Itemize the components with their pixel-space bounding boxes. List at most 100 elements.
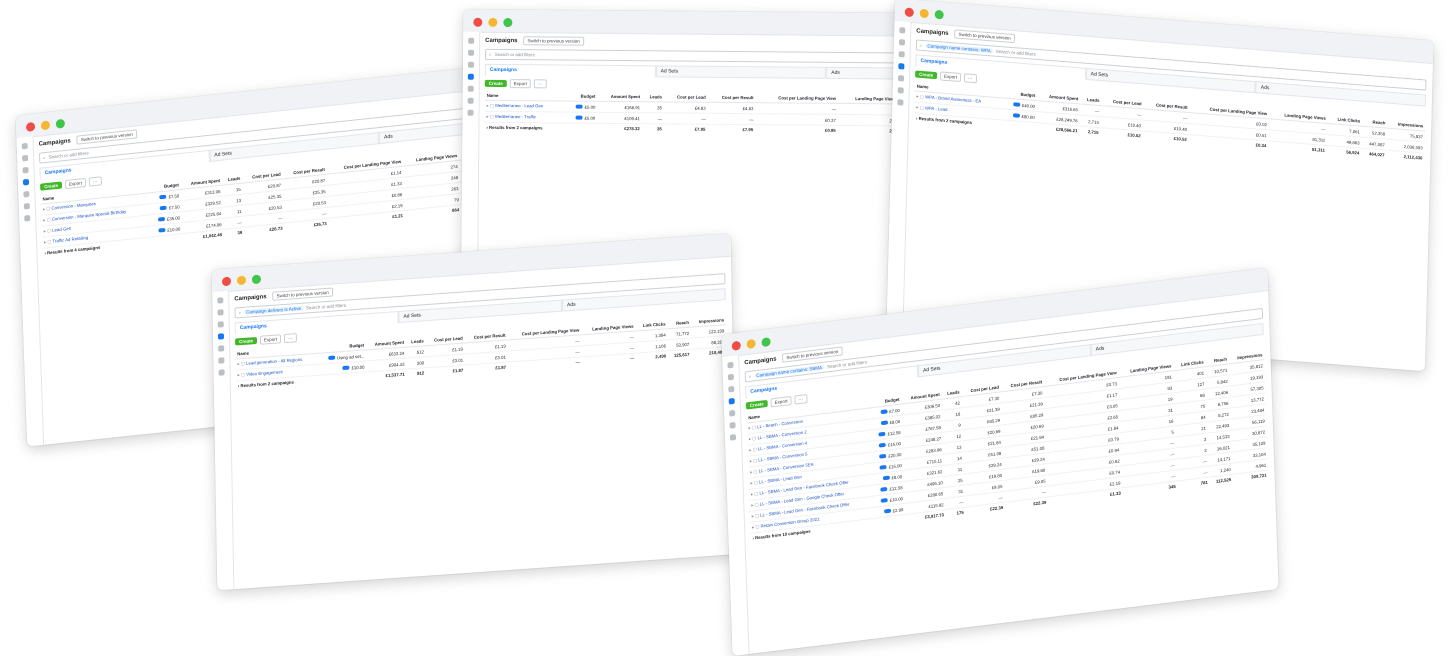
export-button[interactable]: Export — [509, 79, 531, 89]
grid-icon[interactable] — [468, 49, 475, 56]
close-window-button[interactable] — [473, 17, 483, 27]
gear-icon[interactable] — [898, 51, 905, 58]
close-window-button[interactable] — [731, 340, 741, 351]
campaigns-icon[interactable] — [898, 63, 905, 70]
search-icon[interactable] — [467, 97, 474, 104]
more-options-button[interactable]: ··· — [794, 394, 808, 405]
close-window-button[interactable] — [904, 7, 914, 18]
minimize-window-button[interactable] — [40, 120, 51, 131]
export-button[interactable]: Export — [770, 395, 792, 408]
alert-icon[interactable] — [897, 75, 905, 82]
filter-chip[interactable]: Campaign delivery is Active — [244, 305, 304, 315]
column-header[interactable]: Leads — [642, 92, 665, 102]
minimize-window-button[interactable] — [919, 8, 929, 19]
campaign-toggle[interactable] — [880, 420, 888, 426]
more-options-button[interactable]: ··· — [283, 333, 297, 344]
search-icon[interactable] — [729, 421, 736, 429]
column-header[interactable]: Cost per Result — [707, 92, 756, 103]
alert-icon[interactable] — [467, 85, 474, 92]
campaign-name-link[interactable]: Mediterraneo - Traffic — [484, 111, 566, 124]
campaign-toggle[interactable] — [159, 205, 167, 211]
export-button[interactable]: Export — [64, 177, 87, 190]
maximize-window-button[interactable] — [55, 118, 66, 129]
create-button[interactable]: Create — [484, 79, 507, 88]
campaign-name-link[interactable]: Mediterraneo - Lead Gen — [484, 100, 566, 113]
campaign-toggle[interactable] — [880, 487, 888, 493]
grid-icon[interactable] — [22, 154, 29, 162]
home-icon[interactable] — [217, 297, 224, 304]
campaign-toggle[interactable] — [882, 475, 890, 481]
gear-icon[interactable] — [217, 321, 224, 328]
help-icon[interactable] — [467, 109, 474, 116]
minimize-window-button[interactable] — [236, 275, 247, 286]
help-icon[interactable] — [897, 99, 904, 106]
campaigns-icon[interactable] — [728, 397, 735, 405]
gear-icon[interactable] — [467, 61, 474, 68]
home-icon[interactable] — [468, 37, 475, 44]
minimize-window-button[interactable] — [746, 338, 756, 350]
maximize-window-button[interactable] — [761, 337, 771, 348]
campaigns-icon[interactable] — [217, 333, 225, 340]
grid-icon[interactable] — [217, 309, 224, 316]
maximize-window-button[interactable] — [503, 17, 513, 28]
close-window-button[interactable] — [25, 121, 36, 132]
filter-chip[interactable]: Campaign name contains: WPA — [925, 43, 993, 54]
help-icon[interactable] — [218, 369, 225, 376]
home-icon[interactable] — [727, 361, 734, 369]
column-header[interactable]: Amount Spent — [597, 91, 643, 102]
more-options-button[interactable]: ··· — [88, 176, 102, 187]
more-options-button[interactable]: ··· — [963, 73, 977, 84]
home-icon[interactable] — [21, 142, 28, 150]
home-icon[interactable] — [899, 27, 906, 34]
maximize-window-button[interactable] — [251, 274, 262, 285]
campaigns-icon[interactable] — [467, 73, 474, 80]
search-icon[interactable] — [23, 202, 30, 210]
campaign-toggle[interactable] — [883, 509, 891, 514]
help-icon[interactable] — [729, 433, 737, 441]
tab-ad-sets[interactable]: Ad Sets — [655, 65, 827, 79]
campaign-toggle[interactable] — [158, 228, 166, 234]
search-icon[interactable] — [897, 87, 904, 94]
switch-version-button[interactable]: Switch to previous version — [272, 287, 333, 301]
column-header[interactable]: Budget — [565, 91, 598, 102]
campaign-toggle[interactable] — [159, 194, 167, 200]
close-window-button[interactable] — [221, 276, 232, 287]
switch-version-button[interactable]: Switch to previous version — [523, 36, 584, 46]
create-button[interactable]: Create — [235, 336, 258, 346]
filter-chip[interactable]: Campaign name contains: SBMA — [754, 364, 825, 379]
campaign-toggle[interactable] — [1012, 113, 1020, 119]
help-icon[interactable] — [24, 214, 31, 222]
alert-icon[interactable] — [729, 409, 736, 417]
search-icon[interactable] — [218, 357, 225, 364]
column-header[interactable]: Cost per Lead — [664, 92, 708, 103]
minimize-window-button[interactable] — [488, 17, 498, 27]
gear-icon[interactable] — [22, 166, 29, 174]
export-button[interactable]: Export — [259, 334, 282, 345]
gear-icon[interactable] — [728, 385, 735, 393]
campaign-toggle[interactable] — [575, 104, 583, 110]
campaign-toggle[interactable] — [878, 432, 886, 437]
create-button[interactable]: Create — [915, 70, 938, 80]
switch-version-button[interactable]: Switch to previous version — [954, 29, 1015, 44]
campaign-toggle[interactable] — [880, 498, 888, 504]
create-button[interactable]: Create — [745, 399, 768, 410]
campaigns-icon[interactable] — [22, 178, 30, 186]
alert-icon[interactable] — [23, 190, 30, 198]
maximize-window-button[interactable] — [934, 9, 944, 20]
export-button[interactable]: Export — [939, 71, 962, 83]
tab-campaigns[interactable]: Campaigns — [484, 63, 656, 78]
campaign-toggle[interactable] — [157, 217, 165, 222]
grid-icon[interactable] — [898, 39, 906, 46]
more-options-button[interactable]: ··· — [533, 79, 547, 89]
alert-icon[interactable] — [218, 345, 225, 352]
column-header[interactable]: Landing Page Views — [837, 93, 899, 104]
campaign-toggle[interactable] — [1012, 102, 1020, 108]
campaign-toggle[interactable] — [327, 355, 335, 361]
campaign-toggle[interactable] — [879, 465, 887, 471]
create-button[interactable]: Create — [40, 181, 63, 191]
results-summary-label[interactable]: Results from 2 campaigns — [484, 122, 565, 132]
campaign-toggle[interactable] — [879, 454, 887, 460]
campaign-toggle[interactable] — [342, 365, 350, 371]
campaign-toggle[interactable] — [880, 409, 888, 415]
campaign-toggle[interactable] — [878, 443, 887, 448]
